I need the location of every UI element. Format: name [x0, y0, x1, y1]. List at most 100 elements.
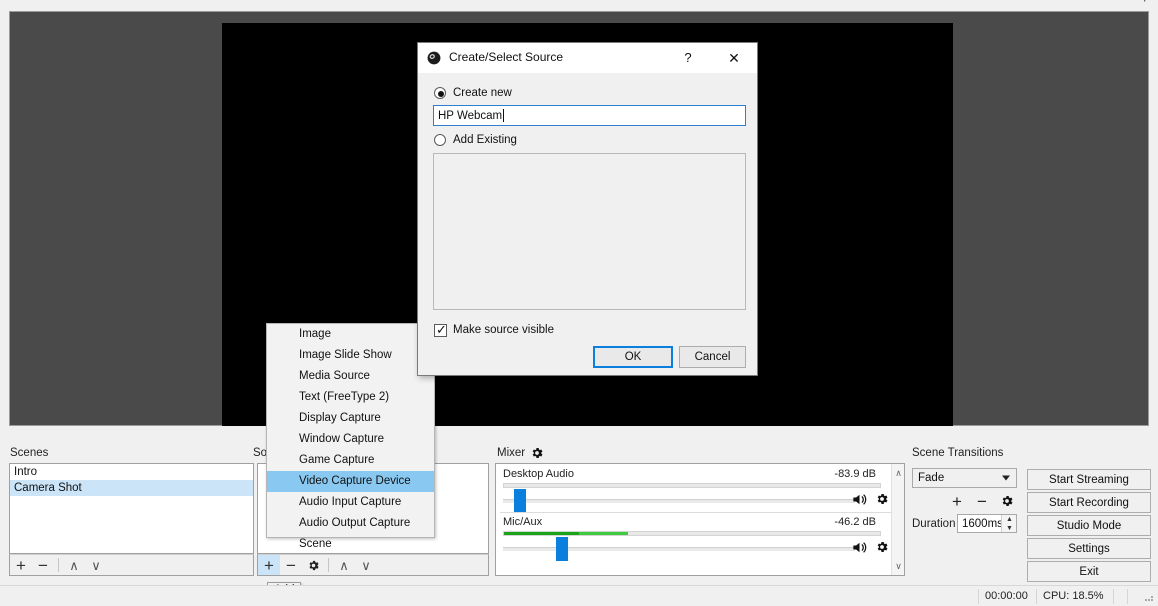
menu-item-text-freetype[interactable]: Text (FreeType 2)	[267, 387, 434, 408]
list-item[interactable]: Intro	[10, 464, 253, 480]
menu-item-audio-input-capture[interactable]: Audio Input Capture	[267, 492, 434, 513]
resize-grip-icon[interactable]	[1143, 591, 1155, 603]
meter-fill	[504, 532, 580, 535]
mixer-divider	[500, 512, 900, 513]
make-source-visible-label: Make source visible	[453, 324, 554, 336]
exit-button[interactable]: Exit	[1027, 561, 1151, 582]
dialog-help-button[interactable]: ?	[675, 48, 701, 68]
duration-stepper[interactable]: ▲ ▼	[1001, 515, 1016, 532]
menu-bar-items[interactable]: File Edit View Profile Scene Collection …	[0, 0, 355, 2]
create-new-radio[interactable]	[434, 87, 446, 99]
mixer-gear-icon[interactable]	[530, 446, 544, 463]
speaker-icon[interactable]	[851, 492, 868, 510]
radio-dot	[438, 91, 444, 97]
add-existing-radio[interactable]	[434, 134, 446, 146]
text-caret	[503, 109, 505, 122]
scroll-down-icon[interactable]: ∨	[892, 559, 905, 573]
transition-duration-input[interactable]: 1600ms ▲ ▼	[957, 514, 1017, 533]
mixer-channel-db: -83.9 dB	[834, 468, 876, 480]
remove-transition-button[interactable]: −	[977, 492, 987, 512]
add-source-button[interactable]: +	[258, 555, 280, 575]
stepper-down-icon[interactable]: ▼	[1002, 524, 1017, 533]
menu-item-edit[interactable]: Edit	[43, 0, 64, 2]
mixer-volume-handle[interactable]	[556, 537, 568, 561]
source-name-input[interactable]: HP Webcam	[433, 105, 746, 126]
scenes-toolbar: + − ∧ ∨	[9, 554, 254, 576]
mixer-channel-name: Desktop Audio	[503, 468, 574, 480]
move-source-up-button[interactable]: ∧	[333, 555, 355, 575]
meter-fill-peak	[579, 532, 629, 535]
menu-item-file[interactable]: File	[0, 0, 19, 2]
scenes-list[interactable]: Intro Camera Shot	[9, 463, 254, 554]
menu-item-audio-output-capture[interactable]: Audio Output Capture	[267, 513, 434, 534]
status-divider	[1127, 589, 1128, 604]
menu-item-help[interactable]: Help	[1125, 0, 1150, 2]
remove-scene-button[interactable]: −	[32, 555, 54, 575]
menu-item-tools[interactable]: Tools	[307, 0, 335, 2]
mixer-level-meter	[503, 483, 881, 488]
transition-selected-label: Fade	[918, 472, 945, 484]
status-divider	[978, 589, 979, 604]
source-properties-button[interactable]	[302, 555, 324, 575]
mixer-channel-settings-icon[interactable]	[875, 492, 889, 509]
transition-select[interactable]: Fade	[912, 468, 1017, 488]
existing-sources-list[interactable]	[433, 153, 746, 310]
menu-bar[interactable]: File Edit View Profile Scene Collection …	[0, 0, 1158, 9]
menu-item-scene[interactable]: Scene	[267, 534, 434, 555]
add-transition-button[interactable]: +	[952, 492, 962, 512]
create-new-label: Create new	[453, 87, 512, 99]
menu-item-window-capture[interactable]: Window Capture	[267, 429, 434, 450]
source-name-value: HP Webcam	[438, 109, 503, 122]
mixer-volume-handle[interactable]	[514, 489, 526, 513]
add-existing-label: Add Existing	[453, 134, 517, 146]
menu-item-media-source[interactable]: Media Source	[267, 366, 434, 387]
transition-properties-icon[interactable]	[1000, 494, 1014, 511]
menu-item-scene-collection[interactable]: Scene Collection	[193, 0, 283, 2]
chevron-down-icon	[1002, 475, 1010, 481]
start-recording-button[interactable]: Start Recording	[1027, 492, 1151, 513]
toolbar-divider	[328, 558, 329, 572]
mixer-channel-db: -46.2 dB	[834, 516, 876, 528]
mixer-volume-track[interactable]	[503, 499, 855, 503]
move-source-down-button[interactable]: ∨	[355, 555, 377, 575]
add-scene-button[interactable]: +	[10, 555, 32, 575]
menu-item-view[interactable]: View	[87, 0, 113, 2]
move-scene-up-button[interactable]: ∧	[63, 555, 85, 575]
move-scene-down-button[interactable]: ∨	[85, 555, 107, 575]
ok-button[interactable]: OK	[593, 346, 673, 368]
menu-item-video-capture-device[interactable]: Video Capture Device	[267, 471, 434, 492]
cancel-button[interactable]: Cancel	[679, 346, 746, 368]
mixer-level-meter	[503, 531, 881, 536]
remove-source-button[interactable]: −	[280, 555, 302, 575]
mixer-channel-settings-icon[interactable]	[875, 540, 889, 557]
studio-mode-button[interactable]: Studio Mode	[1027, 515, 1151, 536]
recording-timer: 00:00:00	[985, 590, 1028, 602]
mixer-panel: Desktop Audio -83.9 dB Mic/Aux -46.2 dB	[495, 463, 905, 576]
menu-item-profile[interactable]: Profile	[136, 0, 170, 2]
check-icon: ✓	[436, 322, 447, 337]
start-streaming-button[interactable]: Start Streaming	[1027, 469, 1151, 490]
duration-label: Duration	[912, 518, 956, 530]
menu-item-image-slide-show[interactable]: Image Slide Show	[267, 345, 434, 366]
scroll-up-icon[interactable]: ∧	[892, 466, 905, 480]
menu-item-display-capture[interactable]: Display Capture	[267, 408, 434, 429]
list-item[interactable]: Camera Shot	[10, 480, 253, 496]
gear-icon	[307, 559, 320, 572]
add-source-context-menu[interactable]: Image Image Slide Show Media Source Text…	[266, 323, 435, 550]
mixer-channel-name: Mic/Aux	[503, 516, 543, 528]
cpu-usage: CPU: 18.5%	[1043, 590, 1104, 602]
close-icon[interactable]: ✕	[719, 48, 749, 68]
settings-button[interactable]: Settings	[1027, 538, 1151, 559]
dialog-title-bar[interactable]: Create/Select Source ? ✕	[418, 43, 757, 73]
status-divider	[1113, 589, 1114, 604]
make-source-visible-checkbox[interactable]: ✓	[434, 322, 447, 337]
obs-main-window: File Edit View Profile Scene Collection …	[0, 0, 1158, 606]
create-select-source-dialog: Create/Select Source ? ✕ Create new HP W…	[417, 42, 758, 376]
status-bar: 00:00:00 CPU: 18.5%	[0, 585, 1158, 606]
sources-toolbar: + − ∧ ∨	[257, 554, 489, 576]
speaker-icon[interactable]	[851, 540, 868, 558]
menu-item-game-capture[interactable]: Game Capture	[267, 450, 434, 471]
mixer-scrollbar[interactable]: ∧ ∨	[891, 464, 904, 575]
menu-item-image[interactable]: Image	[267, 324, 434, 345]
stepper-up-icon[interactable]: ▲	[1002, 515, 1017, 524]
